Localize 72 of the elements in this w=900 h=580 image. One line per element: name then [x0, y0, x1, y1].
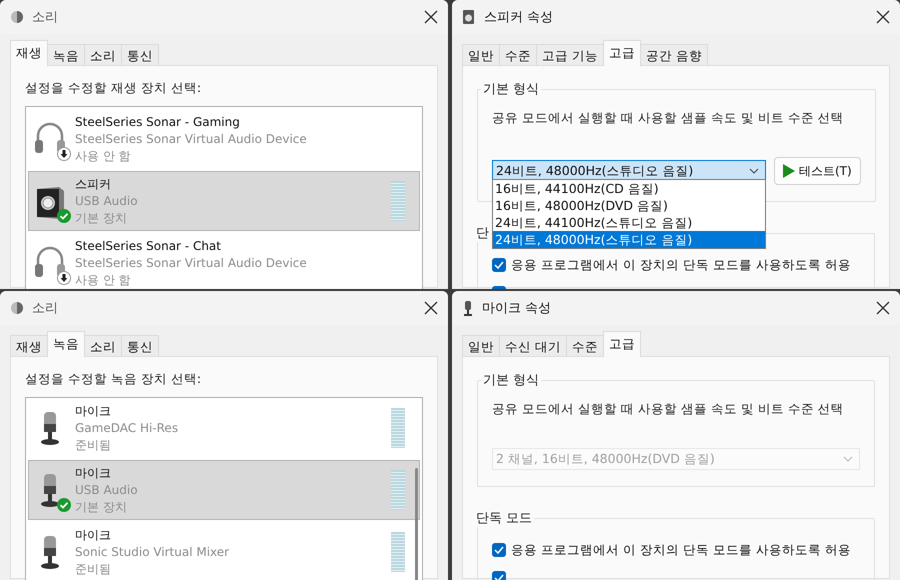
device-name: 마이크: [75, 527, 112, 543]
check-badge-icon: [57, 498, 71, 512]
device-item[interactable]: 마이크 GameDAC Hi-Res 준비됨: [28, 398, 420, 458]
device-item[interactable]: 스피커 USB Audio 기본 장치: [28, 171, 420, 231]
checkbox-label: 응용 프로그램에서 이 장치의 단독 모드를 사용하도록 허용: [511, 542, 851, 558]
dropdown-option[interactable]: 24비트, 44100Hz(스튜디오 음질): [493, 214, 765, 231]
tab[interactable]: 고급: [602, 40, 641, 66]
tab[interactable]: 재생: [10, 335, 48, 357]
device-detail: GameDAC Hi-Res: [75, 420, 180, 436]
tab[interactable]: 수준: [566, 335, 604, 357]
device-detail: Sonic Studio Virtual Mixer: [75, 544, 230, 560]
tab[interactable]: 공간 음향: [640, 44, 708, 66]
caret-icon: [749, 168, 759, 174]
device-detail: SteelSeries Sonar Virtual Audio Device: [75, 131, 308, 147]
down-arrow-badge-icon: [57, 271, 71, 285]
device-item[interactable]: 마이크 USB Audio 기본 장치: [28, 460, 420, 520]
device-status: 기본 장치: [75, 210, 128, 226]
dropdown-option[interactable]: 24비트, 48000Hz(스튜디오 음질): [493, 231, 765, 248]
group-title: 단독 모드: [475, 510, 534, 527]
device-status: 사용 안 함: [75, 272, 132, 288]
device-status: 준비됨: [75, 561, 112, 577]
device-name: SteelSeries Sonar - Gaming: [75, 114, 241, 130]
instruction-text: 설정을 수정할 녹음 장치 선택:: [25, 371, 202, 388]
window-title: 소리: [32, 300, 59, 317]
description-text: 공유 모드에서 실행할 때 사용할 샘플 속도 및 비트 수준 선택: [492, 401, 845, 418]
test-button[interactable]: 테스트(T): [774, 157, 861, 185]
group-title: 기본 형식: [482, 372, 540, 389]
tab[interactable]: 일반: [462, 44, 500, 66]
tab[interactable]: 수준: [499, 44, 537, 66]
window-title: 스피커 속성: [484, 9, 554, 26]
device-status: 사용 안 함: [75, 148, 132, 164]
device-name: 스피커: [75, 176, 112, 192]
close-icon[interactable]: [876, 301, 890, 315]
tab[interactable]: 녹음: [47, 331, 85, 357]
device-detail: USB Audio: [75, 482, 139, 498]
dropdown-option[interactable]: 16비트, 48000Hz(DVD 음질): [493, 197, 765, 214]
down-arrow-badge-icon: [57, 147, 71, 161]
device-status: 준비됨: [75, 437, 112, 453]
dropdown-option[interactable]: 16비트, 44100Hz(CD 음질): [493, 180, 765, 197]
close-icon[interactable]: [876, 10, 890, 24]
window-title: 소리: [32, 9, 59, 26]
checkbox[interactable]: [492, 543, 506, 557]
caret-icon: [843, 456, 853, 462]
device-status: 기본 장치: [75, 499, 128, 515]
device-name: 마이크: [75, 465, 112, 481]
checkbox[interactable]: [492, 258, 506, 272]
tab[interactable]: 통신: [121, 44, 159, 66]
tab[interactable]: 일반: [462, 335, 500, 357]
tab[interactable]: 소리: [84, 335, 122, 357]
check-badge-icon: [57, 209, 71, 223]
microphone-icon: [462, 300, 474, 316]
device-detail: USB Audio: [75, 193, 139, 209]
tab[interactable]: 녹음: [47, 44, 85, 66]
device-item[interactable]: 마이크 Sonic Studio Virtual Mixer 준비됨: [28, 522, 420, 580]
group-title: 기본 형식: [482, 81, 540, 98]
tab[interactable]: 고급: [602, 331, 641, 357]
close-icon[interactable]: [424, 301, 438, 315]
device-detail: SteelSeries Sonar Virtual Audio Device: [75, 255, 308, 271]
tab[interactable]: 소리: [84, 44, 122, 66]
device-name: 마이크: [75, 403, 112, 419]
tab[interactable]: 재생: [10, 40, 48, 66]
window-title: 마이크 속성: [482, 300, 552, 317]
tab[interactable]: 고급 기능: [536, 44, 604, 66]
close-icon[interactable]: [424, 10, 438, 24]
description-text: 공유 모드에서 실행할 때 사용할 샘플 속도 및 비트 수준 선택: [492, 110, 845, 127]
tab[interactable]: 수신 대기: [499, 335, 567, 357]
device-name: SteelSeries Sonar - Chat: [75, 238, 222, 254]
instruction-text: 설정을 수정할 재생 장치 선택:: [25, 80, 202, 97]
tab[interactable]: 통신: [121, 335, 159, 357]
group-title: 단: [475, 225, 490, 242]
checkbox-label: 응용 프로그램에서 이 장치의 단독 모드를 사용하도록 허용: [511, 256, 851, 274]
play-icon: [783, 164, 795, 178]
